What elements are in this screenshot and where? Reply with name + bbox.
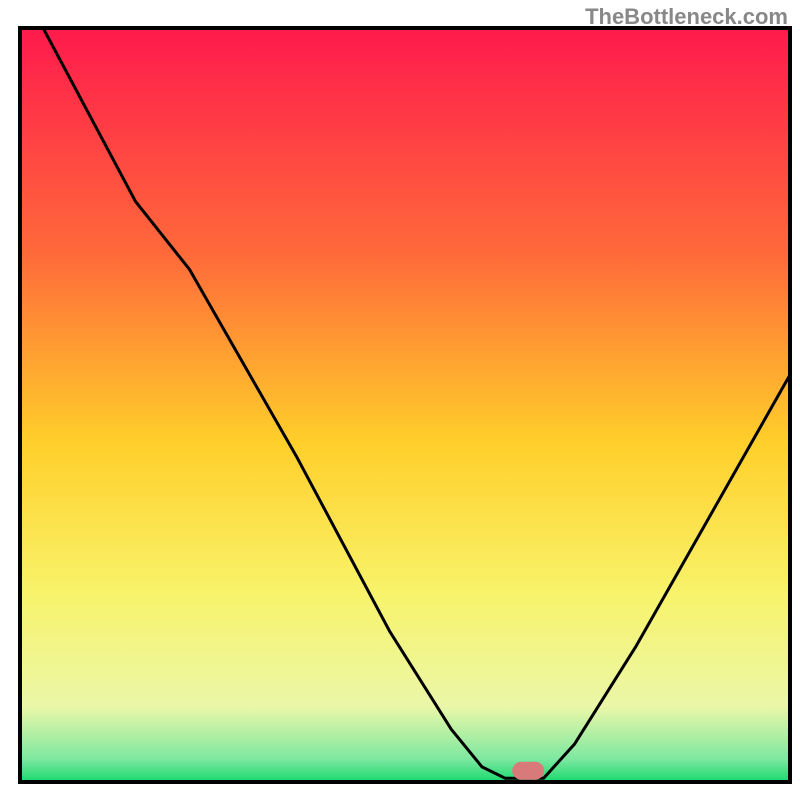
bottleneck-chart (0, 0, 800, 800)
chart-container: TheBottleneck.com (0, 0, 800, 800)
watermark-text: TheBottleneck.com (585, 4, 788, 30)
